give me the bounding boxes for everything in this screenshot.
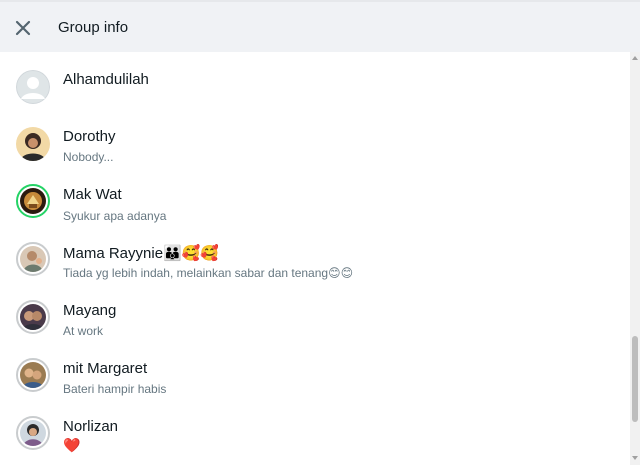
member-name: Mama Rayynie👪🥰🥰 <box>63 245 220 262</box>
member-row[interactable]: mit Margaret Bateri hampir habis <box>0 350 630 406</box>
close-button[interactable] <box>12 17 34 39</box>
header-title: Group info <box>58 19 129 36</box>
member-name: Norlizan <box>63 418 119 435</box>
avatar <box>16 416 50 450</box>
avatar <box>16 300 50 334</box>
member-about: Bateri hampir habis <box>63 382 167 396</box>
member-about: Syukur apa adanya <box>63 209 167 223</box>
member-name: mit Margaret <box>63 360 148 377</box>
member-about: ❤️ <box>63 438 81 454</box>
default-avatar-icon <box>16 70 50 104</box>
member-name: Mak Wat <box>63 186 122 203</box>
avatar <box>16 242 50 276</box>
member-name: Mayang <box>63 302 117 319</box>
member-row[interactable]: Alhamdulilah <box>0 60 630 116</box>
scrollbar-thumb[interactable] <box>632 336 638 422</box>
avatar <box>16 127 50 161</box>
scroll-up-arrow-icon[interactable] <box>632 56 638 60</box>
member-about: At work <box>63 324 104 338</box>
member-row[interactable]: Norlizan ❤️ <box>0 408 630 464</box>
member-row[interactable]: Mak Wat Syukur apa adanya <box>0 176 630 232</box>
member-about: Nobody... <box>63 150 114 164</box>
member-row[interactable]: Mayang At work <box>0 292 630 348</box>
avatar <box>16 358 50 392</box>
member-row[interactable]: Mama Rayynie👪🥰🥰 Tiada yg lebih indah, me… <box>0 234 630 290</box>
member-row[interactable]: Dorothy Nobody... <box>0 118 630 174</box>
close-icon <box>15 20 31 36</box>
member-about: Tiada yg lebih indah, melainkan sabar da… <box>63 266 354 280</box>
scroll-down-arrow-icon[interactable] <box>632 456 638 460</box>
avatar-status-ring <box>16 184 50 218</box>
member-name: Dorothy <box>63 128 116 145</box>
group-info-header: Group info <box>0 0 640 52</box>
member-name: Alhamdulilah <box>63 71 149 88</box>
